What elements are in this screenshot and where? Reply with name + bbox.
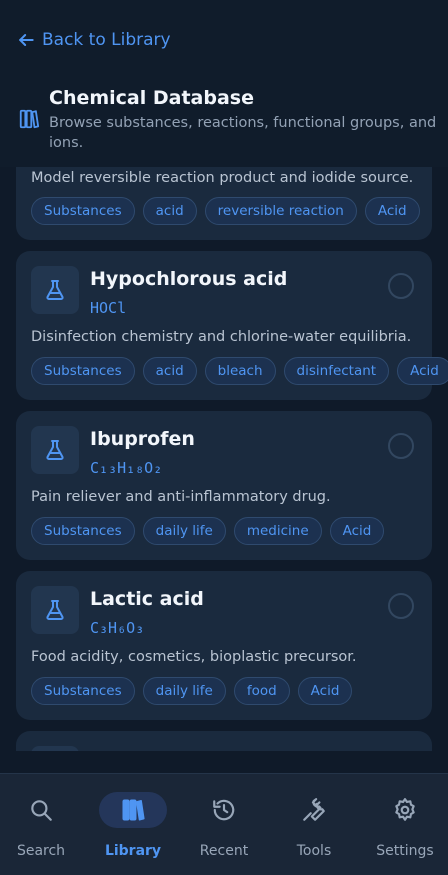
bottom-navigation: Search Library Recent Tools Settings bbox=[0, 773, 448, 875]
nav-recent[interactable]: Recent bbox=[184, 792, 264, 862]
select-radio[interactable] bbox=[388, 593, 414, 619]
substance-name: Hypochlorous acid bbox=[90, 268, 288, 290]
substance-formula: HOCl bbox=[90, 299, 127, 317]
card-tags: Substances acid reversible reaction Acid bbox=[31, 197, 420, 225]
nav-label: Tools bbox=[296, 843, 332, 859]
tag[interactable]: reversible reaction bbox=[204, 197, 357, 225]
tag[interactable]: medicine bbox=[233, 517, 322, 545]
substance-list[interactable]: Model reversible reaction product and io… bbox=[0, 167, 448, 751]
card-description: Food acidity, cosmetics, bioplastic prec… bbox=[31, 649, 357, 665]
select-radio[interactable] bbox=[388, 433, 414, 459]
nav-label: Settings bbox=[376, 843, 434, 859]
gear-icon bbox=[395, 798, 415, 821]
card-tags: Substances daily life medicine Acid bbox=[31, 517, 385, 545]
page-title: Chemical Database bbox=[49, 87, 254, 109]
substance-name: Ibuprofen bbox=[90, 428, 195, 450]
tag[interactable]: Acid bbox=[364, 197, 420, 225]
substance-card[interactable]: Lactic acid C₃H₆O₃ Food acidity, cosmeti… bbox=[16, 571, 432, 720]
wrench-icon bbox=[303, 798, 325, 821]
card-description: Model reversible reaction product and io… bbox=[31, 170, 414, 186]
tag[interactable]: Substances bbox=[31, 517, 135, 545]
search-icon bbox=[31, 800, 52, 821]
nav-tools[interactable]: Tools bbox=[274, 792, 354, 862]
nav-label: Search bbox=[16, 843, 66, 859]
substance-name: Lactic acid bbox=[90, 588, 204, 610]
back-link-label: Back to Library bbox=[42, 30, 171, 50]
tag[interactable]: Substances bbox=[31, 677, 135, 705]
card-tags: Substances daily life food Acid bbox=[31, 677, 353, 705]
back-to-library-link[interactable]: Back to Library bbox=[16, 28, 171, 52]
history-icon bbox=[213, 799, 235, 821]
tag[interactable]: Acid bbox=[397, 357, 448, 385]
substance-card[interactable] bbox=[16, 731, 432, 751]
library-icon bbox=[19, 109, 40, 129]
tag[interactable]: disinfectant bbox=[283, 357, 390, 385]
tag[interactable]: Substances bbox=[31, 357, 135, 385]
tag[interactable]: food bbox=[233, 677, 290, 705]
flask-icon bbox=[31, 586, 79, 634]
substance-card[interactable]: Model reversible reaction product and io… bbox=[16, 167, 432, 240]
tag[interactable]: acid bbox=[142, 197, 197, 225]
substance-card[interactable]: Ibuprofen C₁₃H₁₈O₂ Pain reliever and ant… bbox=[16, 411, 432, 560]
tag[interactable]: daily life bbox=[142, 677, 226, 705]
flask-icon bbox=[31, 426, 79, 474]
flask-icon bbox=[31, 746, 79, 751]
tag[interactable]: acid bbox=[142, 357, 197, 385]
library-icon bbox=[122, 799, 145, 821]
nav-search[interactable]: Search bbox=[1, 792, 81, 862]
card-description: Pain reliever and anti-inflammatory drug… bbox=[31, 489, 331, 505]
tag[interactable]: daily life bbox=[142, 517, 226, 545]
card-tags: Substances acid bleach disinfectant Acid bbox=[31, 357, 448, 385]
substance-formula: C₃H₆O₃ bbox=[90, 619, 145, 637]
flask-icon bbox=[31, 266, 79, 314]
select-radio[interactable] bbox=[388, 273, 414, 299]
tag[interactable]: Substances bbox=[31, 197, 135, 225]
tag[interactable]: Acid bbox=[329, 517, 385, 545]
page-subtitle: Browse substances, reactions, functional… bbox=[49, 115, 437, 151]
nav-library[interactable]: Library bbox=[93, 792, 173, 862]
nav-settings[interactable]: Settings bbox=[365, 792, 445, 862]
substance-formula: C₁₃H₁₈O₂ bbox=[90, 459, 163, 477]
arrow-left-icon bbox=[19, 34, 34, 46]
top-bar: Back to Library Chemical Database Browse… bbox=[0, 0, 448, 167]
card-description: Disinfection chemistry and chlorine-wate… bbox=[31, 329, 412, 345]
nav-label: Recent bbox=[199, 843, 249, 859]
substance-card[interactable]: Hypochlorous acid HOCl Disinfection chem… bbox=[16, 251, 448, 400]
tag[interactable]: Acid bbox=[297, 677, 353, 705]
tag[interactable]: bleach bbox=[204, 357, 276, 385]
nav-label: Library bbox=[104, 843, 162, 859]
